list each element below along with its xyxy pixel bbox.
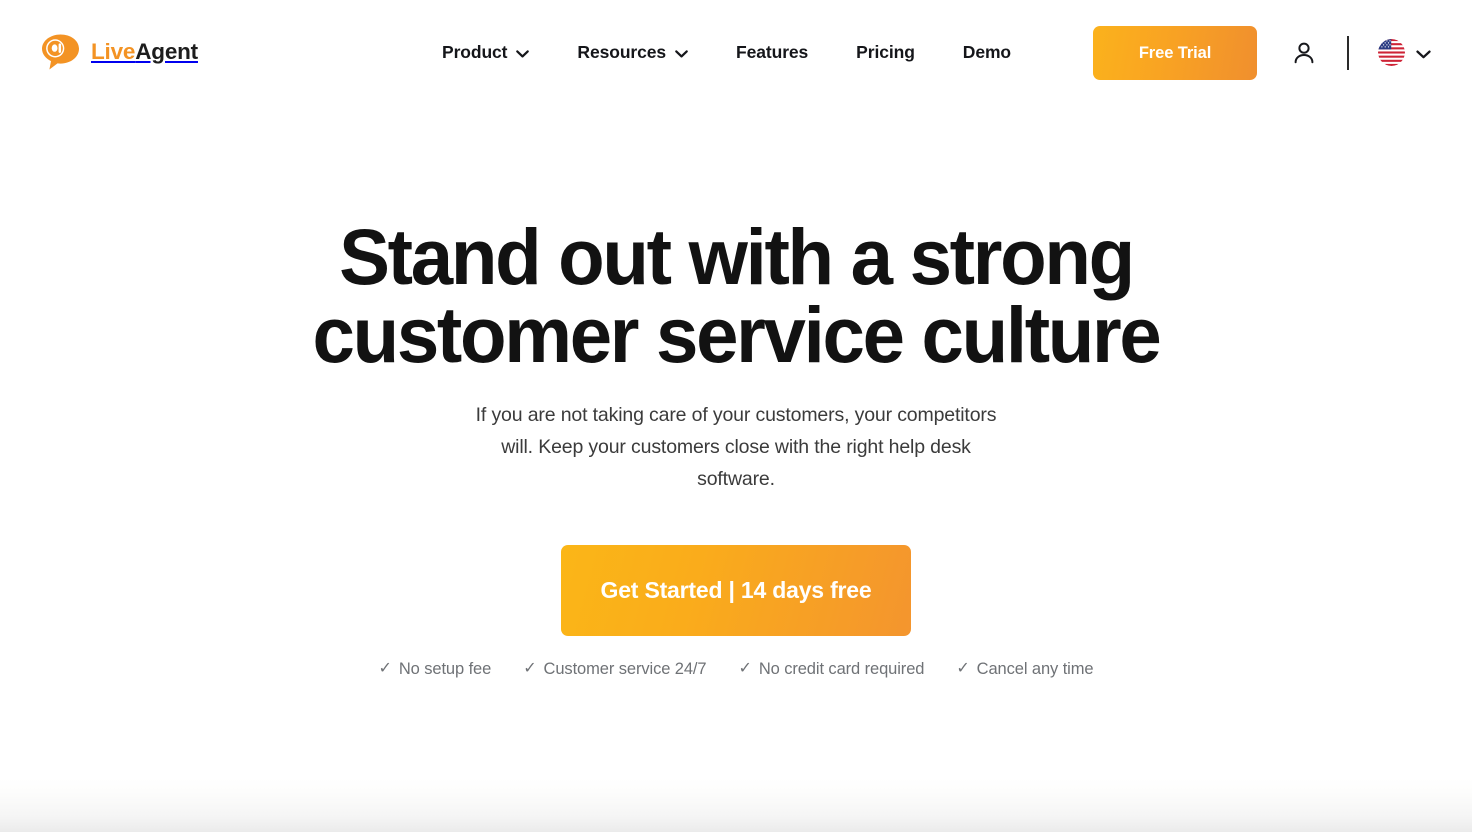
nav-item-resources[interactable]: Resources [553, 38, 712, 67]
hero-title-line-2: customer service culture [312, 290, 1162, 380]
get-started-button[interactable]: Get Started | 14 days free [561, 544, 911, 636]
hero-section: Stand out with a strong customer service… [0, 106, 1472, 679]
logo-word-live: Live [91, 38, 136, 64]
perks-list: ✓ No setup fee ✓ Customer service 24/7 ✓… [0, 660, 1472, 679]
header-divider [1347, 36, 1349, 70]
perk-item: ✓ Cancel any time [956, 660, 1093, 679]
check-icon: ✓ [738, 660, 752, 678]
hero-subtitle: If you are not taking care of your custo… [475, 404, 997, 490]
check-icon: ✓ [523, 660, 537, 678]
nav-label-features: Features [736, 42, 809, 62]
perk-label: Cancel any time [976, 659, 1094, 678]
perk-label: No credit card required [758, 659, 925, 678]
main-navigation: Product Resources Features Pricing Demo [418, 38, 1035, 67]
nav-item-demo[interactable]: Demo [939, 38, 1035, 67]
nav-label-resources: Resources [577, 42, 667, 62]
page-bottom-band [0, 778, 1472, 832]
nav-item-pricing[interactable]: Pricing [832, 38, 939, 67]
free-trial-button[interactable]: Free Trial [1093, 26, 1257, 80]
user-account-icon[interactable] [1289, 38, 1319, 68]
check-icon: ✓ [378, 660, 392, 678]
language-selector[interactable] [1378, 39, 1431, 66]
nav-label-product: Product [442, 42, 508, 62]
logo-word-agent: Agent [135, 38, 198, 64]
hero-title-line-1: Stand out with a strong [339, 212, 1135, 301]
perk-label: No setup fee [398, 659, 492, 678]
at-speech-bubble-icon [40, 33, 82, 71]
nav-item-features[interactable]: Features [712, 38, 832, 67]
cta-container: Get Started | 14 days free [0, 544, 1472, 636]
chevron-down-icon [1416, 49, 1431, 58]
nav-label-pricing: Pricing [856, 42, 915, 62]
perk-item: ✓ No setup fee [379, 660, 492, 679]
perk-item: ✓ No credit card required [739, 660, 925, 679]
us-flag-icon [1378, 39, 1405, 66]
perk-item: ✓ Customer service 24/7 [523, 660, 706, 679]
logo-liveagent[interactable]: LiveAgent [40, 33, 198, 71]
chevron-down-icon [675, 49, 688, 58]
perk-label: Customer service 24/7 [543, 659, 707, 678]
check-icon: ✓ [956, 660, 970, 678]
logo-wordmark: LiveAgent [91, 38, 198, 64]
page-title: Stand out with a strong customer service… [254, 106, 1219, 374]
nav-label-demo: Demo [962, 42, 1012, 62]
nav-item-product[interactable]: Product [418, 38, 553, 67]
chevron-down-icon [516, 49, 530, 58]
site-header: LiveAgent Product Resources Features Pri… [0, 0, 1472, 106]
